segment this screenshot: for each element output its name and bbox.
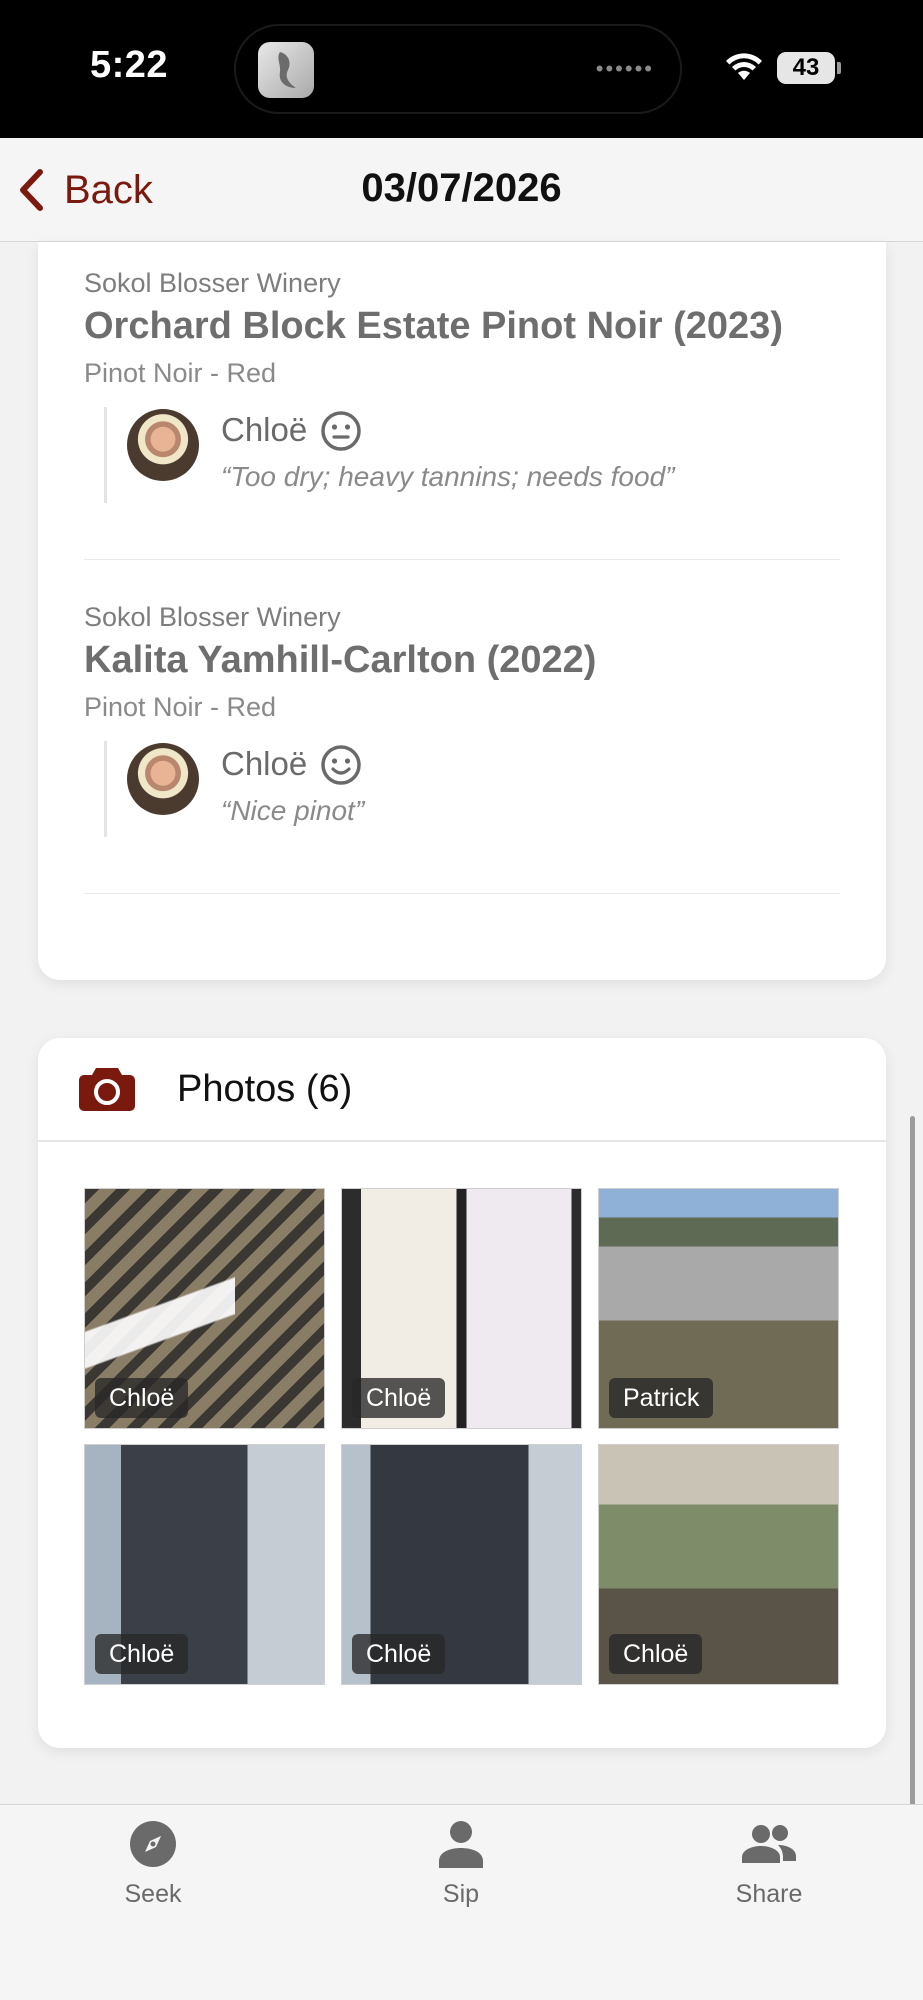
now-playing-artwork: [258, 42, 314, 98]
tab-label: Seek: [124, 1880, 182, 1908]
tab-label: Sip: [442, 1880, 480, 1908]
tab-share[interactable]: Share: [669, 1819, 869, 1909]
battery-nub: [837, 62, 841, 74]
avatar: [127, 409, 199, 481]
divider: [84, 559, 840, 560]
tab-seek[interactable]: Seek: [53, 1819, 253, 1909]
photo-grid: Chloë Chloë Patrick Chloë Chloë Chloë: [84, 1188, 840, 1688]
photo-author: Chloë: [352, 1378, 446, 1418]
photos-header: Photos (6): [38, 1038, 886, 1142]
wine-varietal: Pinot Noir - Red: [84, 358, 277, 388]
review-text: “Nice pinot”: [221, 795, 365, 826]
page-title: 03/07/2026: [361, 166, 562, 210]
wifi-icon: [726, 53, 762, 80]
photo-author: Chloë: [95, 1634, 189, 1674]
people-icon: [742, 1825, 796, 1863]
scrollbar[interactable]: [910, 1116, 915, 1806]
photo-author: Patrick: [609, 1378, 714, 1418]
camera-icon: [79, 1068, 135, 1111]
photo-thumbnail[interactable]: Patrick: [598, 1188, 839, 1429]
wine-list-card: Sokol Blosser Winery Orchard Block Estat…: [38, 242, 886, 980]
battery-level: 43: [777, 52, 835, 84]
smile-face-icon: [321, 745, 361, 785]
photo-author: Chloë: [95, 1378, 189, 1418]
photo-thumbnail[interactable]: Chloë: [341, 1188, 582, 1429]
review-text: “Too dry; heavy tannins; needs food”: [221, 461, 675, 492]
photo-author: Chloë: [352, 1634, 446, 1674]
wine-name: Kalita Yamhill-Carlton (2022): [84, 639, 597, 681]
wine-entry[interactable]: Sokol Blosser Winery Kalita Yamhill-Carl…: [84, 602, 840, 837]
wine-review: Chloë “Too dry; heavy tannins; needs foo…: [104, 407, 840, 503]
wine-name: Orchard Block Estate Pinot Noir (2023): [84, 305, 783, 347]
reviewer-name: Chloë: [221, 745, 308, 782]
status-bar: 5:22 •••••• 43: [0, 0, 923, 138]
tab-bar: Seek Sip Share: [0, 1804, 923, 2000]
winery-name: Sokol Blosser Winery: [84, 602, 341, 632]
photos-card: Photos (6) Chloë Chloë Patrick Chloë Chl…: [38, 1038, 886, 1748]
wine-entry[interactable]: Sokol Blosser Winery Orchard Block Estat…: [84, 268, 840, 503]
tab-label: Share: [735, 1880, 803, 1908]
wine-review: Chloë “Nice pinot”: [104, 741, 840, 837]
tab-sip[interactable]: Sip: [361, 1819, 561, 1909]
wine-varietal: Pinot Noir - Red: [84, 692, 277, 722]
compass-icon: [130, 1821, 176, 1867]
person-icon: [439, 1821, 483, 1868]
avatar: [127, 743, 199, 815]
photo-thumbnail[interactable]: Chloë: [341, 1444, 582, 1685]
photo-thumbnail[interactable]: Chloë: [598, 1444, 839, 1685]
photo-thumbnail[interactable]: Chloë: [84, 1444, 325, 1685]
navigation-bar: Back 03/07/2026: [0, 138, 923, 242]
divider: [84, 893, 840, 894]
photos-title: Photos (6): [177, 1068, 353, 1110]
dynamic-island: ••••••: [234, 24, 682, 114]
reviewer-name: Chloë: [221, 411, 308, 448]
photo-author: Chloë: [609, 1634, 703, 1674]
neutral-face-icon: [321, 411, 361, 451]
island-activity-icon: ••••••: [595, 56, 654, 81]
winery-name: Sokol Blosser Winery: [84, 268, 341, 298]
photo-thumbnail[interactable]: Chloë: [84, 1188, 325, 1429]
status-time: 5:22: [90, 44, 169, 86]
